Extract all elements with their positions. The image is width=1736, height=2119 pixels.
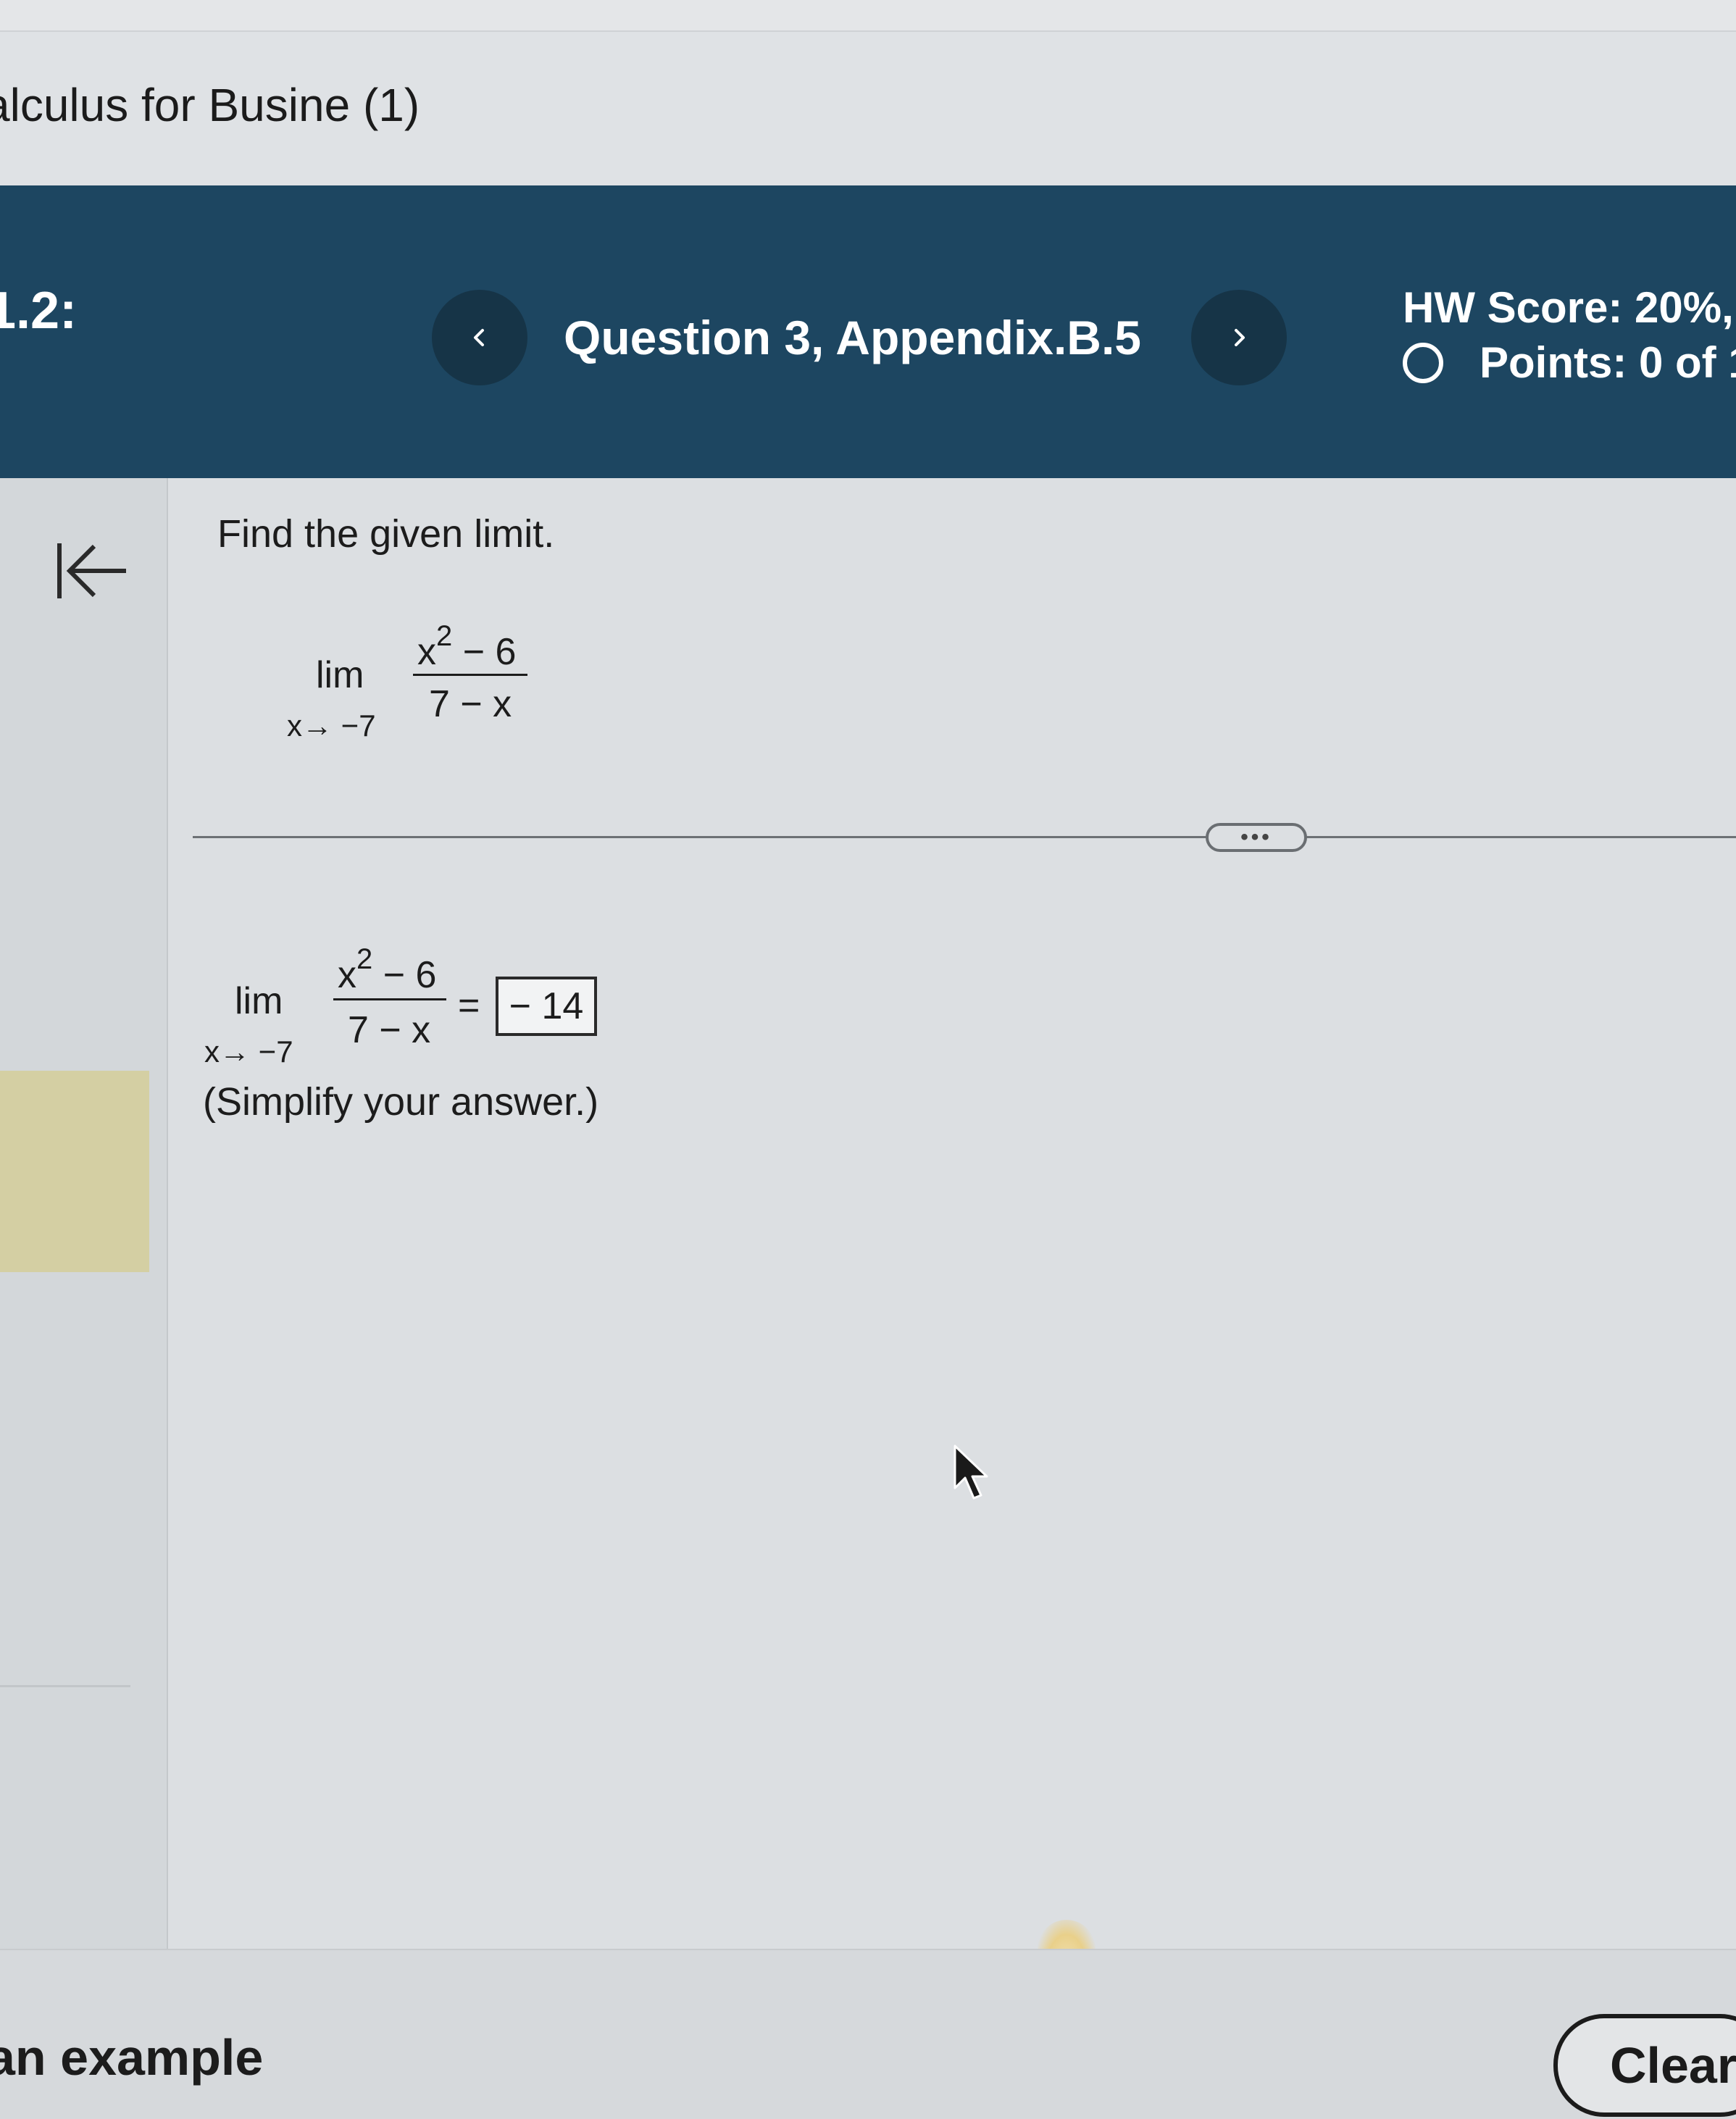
limit-subscript: x→ −7 <box>287 709 376 743</box>
course-title: alculus for Busine (1) <box>0 79 420 131</box>
ellipsis-icon: ••• <box>1240 825 1272 849</box>
points-label: Points: 0 of 1 <box>1480 338 1736 387</box>
answer-numerator-base: x <box>338 954 356 996</box>
numerator-exponent: 2 <box>436 620 453 652</box>
clear-all-button[interactable]: Clear <box>1553 2014 1736 2117</box>
fraction-numerator: x2 − 6 <box>417 620 516 674</box>
numerator-base: x <box>417 631 436 673</box>
view-example-link[interactable]: an example <box>0 2028 263 2086</box>
limit-word: lim <box>316 654 364 696</box>
answer-numerator-exponent: 2 <box>356 943 373 975</box>
left-panel-divider <box>0 1685 130 1687</box>
collapse-panel-icon[interactable] <box>54 536 133 606</box>
numerator-rest: − 6 <box>452 631 517 673</box>
fraction-denominator: 7 − x <box>429 683 512 725</box>
instruction-text: (Simplify your answer.) <box>203 1080 599 1124</box>
status-circle-icon <box>1403 342 1443 383</box>
mouse-pointer-icon <box>953 1445 988 1500</box>
answer-fraction-numerator: x2 − 6 <box>338 943 436 997</box>
answer-limit-subscript: x→ −7 <box>204 1035 293 1069</box>
answer-input[interactable]: − 14 <box>496 977 597 1036</box>
answer-limit-word: lim <box>235 980 283 1022</box>
question-prompt: Find the given limit. <box>217 512 555 556</box>
more-options-button[interactable]: ••• <box>1206 823 1307 852</box>
fraction-bar <box>413 674 527 676</box>
previous-question-button[interactable] <box>432 290 527 385</box>
chevron-left-icon <box>474 329 484 346</box>
top-strip <box>0 0 1736 32</box>
points-row: Points: 0 of 1 <box>1403 338 1736 388</box>
hw-score: HW Score: 20%, <box>1403 283 1734 332</box>
current-question-indicator[interactable] <box>0 1071 149 1272</box>
next-question-button[interactable] <box>1191 290 1287 385</box>
chevron-right-icon <box>1235 329 1245 346</box>
section-label: 1.2: <box>0 282 78 340</box>
answer-numerator-rest: − 6 <box>372 954 437 996</box>
answer-fraction-bar <box>333 998 446 1000</box>
equals-sign: = <box>458 985 480 1027</box>
section-divider <box>193 836 1736 838</box>
question-title: Question 3, Appendix.B.5 <box>564 311 1141 364</box>
question-pane <box>168 478 1736 1949</box>
answer-fraction-denominator: 7 − x <box>348 1009 431 1051</box>
